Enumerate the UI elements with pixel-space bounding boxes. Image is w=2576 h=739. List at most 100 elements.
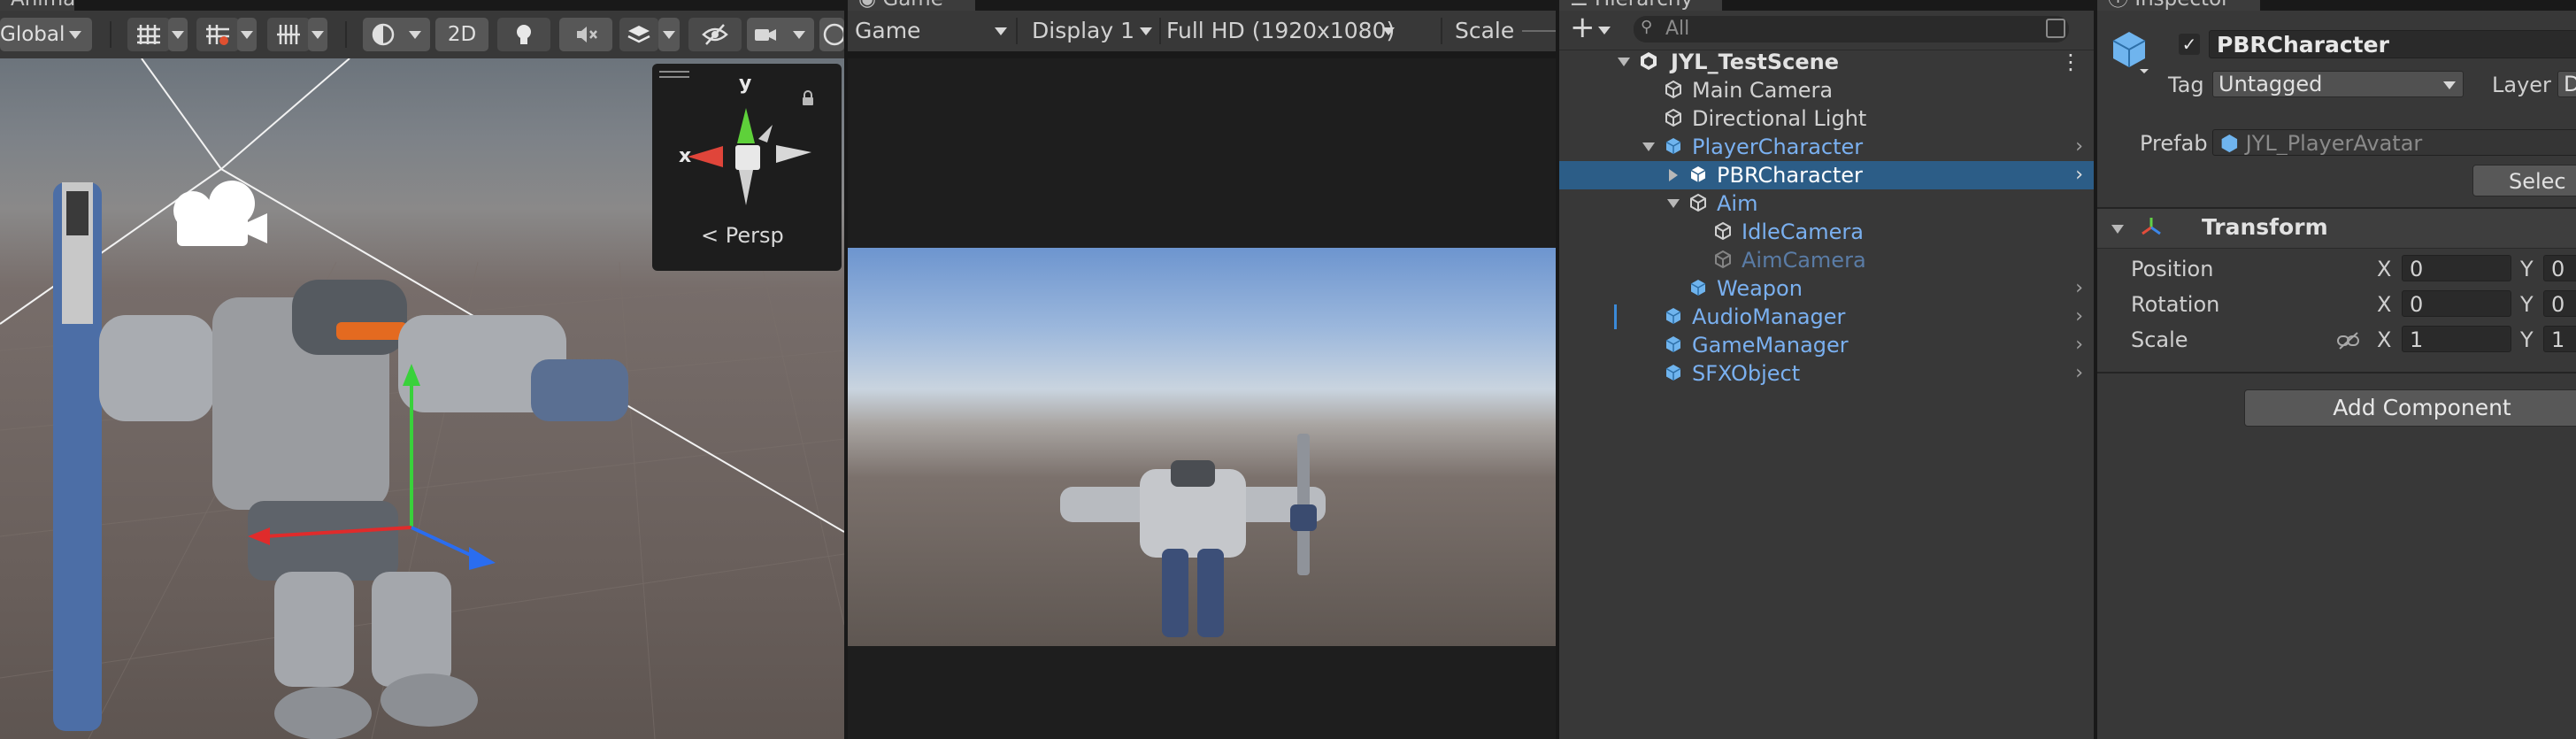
shading-mode-button[interactable] [363, 18, 430, 51]
fold-arrow-icon[interactable] [1667, 199, 1680, 208]
hierarchy-item-idle-camera[interactable]: IdleCamera [1559, 218, 2094, 246]
gizmos-button[interactable] [819, 18, 844, 51]
position-x-field[interactable]: 0 [2402, 255, 2511, 281]
hierarchy-item-aim-camera[interactable]: AimCamera [1559, 246, 2094, 274]
tab-inspector[interactable]: ⓘ Inspector [2097, 0, 2260, 11]
position-y-label: Y [2520, 257, 2534, 281]
gizmo-drag-handle[interactable] [659, 71, 689, 73]
rotation-y-value: 0 [2551, 292, 2565, 317]
increment-snap-dropdown[interactable] [237, 18, 257, 51]
projection-toggle[interactable]: < Persp [701, 223, 784, 248]
display-dropdown[interactable]: Display 1 [1025, 14, 1157, 48]
chevron-right-icon[interactable]: › [2075, 364, 2083, 383]
game-view[interactable] [848, 58, 1556, 739]
scene-view[interactable]: y x < Persp [0, 58, 844, 739]
hierarchy-item-game-manager[interactable]: GameManager › [1559, 331, 2094, 359]
rotation-y-field[interactable]: 0 [2543, 290, 2576, 317]
chevron-right-icon[interactable]: › [2075, 307, 2083, 327]
grid-visibility-button[interactable] [267, 18, 310, 51]
scale-x-value: 1 [2410, 327, 2424, 352]
gameobject-icon [1715, 221, 1731, 241]
prefab-asset-value: JYL_PlayerAvatar [2245, 131, 2423, 156]
create-button[interactable]: + [1570, 12, 1596, 42]
scale-y-field[interactable]: 1 [2543, 326, 2576, 352]
position-y-value: 0 [2551, 257, 2565, 281]
active-checkbox[interactable]: ✓ [2179, 34, 2200, 55]
scale-x-label: X [2377, 327, 2392, 352]
add-component-button[interactable]: Add Component [2244, 389, 2576, 427]
hidden-objects-toggle[interactable] [688, 18, 742, 51]
robot-character [53, 182, 628, 739]
transform-title: Transform [2202, 214, 2328, 240]
position-y-field[interactable]: 0 [2543, 255, 2576, 281]
scene-menu-icon[interactable]: ⋮ [2060, 48, 2081, 76]
constrain-proportions-icon[interactable] [2336, 331, 2361, 350]
hierarchy-item-main-camera[interactable]: Main Camera [1559, 76, 2094, 104]
item-label: AudioManager [1692, 304, 1846, 329]
fold-arrow-icon[interactable] [2111, 225, 2124, 234]
toggle-2d-button[interactable]: 2D [435, 18, 488, 51]
scene-modified-indicator [1614, 304, 1617, 329]
scene-row[interactable]: JYL_TestScene ⋮ [1559, 48, 2094, 76]
chevron-right-icon[interactable]: › [2075, 335, 2083, 355]
scale-slider[interactable] [1522, 30, 1556, 32]
perspective-icon: < [701, 223, 719, 248]
global-dropdown-label: Global [0, 23, 65, 46]
hierarchy-item-sfx-object[interactable]: SFXObject › [1559, 359, 2094, 388]
orientation-gizmo[interactable]: y x < Persp [652, 64, 842, 271]
grid-snap-button[interactable] [127, 18, 170, 51]
chevron-right-icon[interactable]: › [2075, 166, 2083, 185]
tag-dropdown[interactable]: Untagged [2212, 71, 2464, 97]
chevron-right-icon[interactable]: › [2075, 279, 2083, 298]
tab-game[interactable]: ◉ Game [848, 0, 975, 11]
layer-dropdown[interactable]: D [2557, 71, 2576, 97]
grid-visibility-dropdown[interactable] [308, 18, 327, 51]
lighting-toggle-button[interactable] [497, 18, 550, 51]
fold-arrow-icon[interactable] [1618, 58, 1630, 66]
effects-button[interactable] [619, 18, 658, 51]
rotation-x-value: 0 [2410, 292, 2424, 317]
resolution-label: Full HD (1920x1080) [1166, 18, 1396, 43]
grid-snap-dropdown[interactable] [168, 18, 188, 51]
hierarchy-item-directional-light[interactable]: Directional Light [1559, 104, 2094, 133]
prefab-cube-icon [1665, 336, 1681, 352]
effects-dropdown[interactable] [658, 18, 680, 51]
tab-animator[interactable]: Animator [0, 0, 74, 11]
hierarchy-item-pbr-character[interactable]: PBRCharacter › [1559, 161, 2094, 189]
prefab-label: Prefab [2140, 131, 2208, 156]
chevron-right-icon[interactable]: › [2075, 137, 2083, 157]
audio-toggle-button[interactable] [559, 18, 612, 51]
scale-x-field[interactable]: 1 [2402, 326, 2511, 352]
search-by-type-icon[interactable] [2046, 19, 2065, 38]
item-label: PlayerCharacter [1692, 135, 1864, 159]
hierarchy-item-audio-manager[interactable]: AudioManager › [1559, 303, 2094, 331]
resolution-dropdown[interactable]: Full HD (1920x1080) [1166, 14, 1400, 48]
display-label: Display 1 [1032, 18, 1135, 43]
game-display-mode-dropdown[interactable]: Game [855, 14, 1014, 48]
prefab-asset-field[interactable]: ⬢ JYL_PlayerAvatar [2212, 129, 2576, 156]
scene-camera-button[interactable] [747, 18, 814, 51]
transform-header[interactable]: Transform [2097, 209, 2576, 249]
scale-y-value: 1 [2551, 327, 2565, 352]
rotation-x-field[interactable]: 0 [2402, 290, 2511, 317]
orientation-axes-icon[interactable] [688, 90, 811, 223]
increment-snap-button[interactable] [196, 18, 239, 51]
game-display-mode-label: Game [855, 18, 921, 43]
game-tab-icon: ◉ [858, 0, 882, 11]
prefab-cube-icon [1665, 138, 1681, 154]
object-name-value: PBRCharacter [2217, 32, 2389, 58]
object-name-field[interactable]: PBRCharacter [2209, 30, 2576, 58]
hierarchy-item-aim[interactable]: Aim [1559, 189, 2094, 218]
fold-arrow-icon[interactable] [1669, 169, 1678, 181]
select-button[interactable]: Selec [2472, 165, 2576, 196]
layer-value: D [2564, 72, 2576, 96]
hierarchy-search-input[interactable]: ⚲ All [1634, 16, 2069, 42]
global-dropdown[interactable]: Global [0, 18, 92, 51]
fold-arrow-icon[interactable] [1642, 142, 1655, 151]
hierarchy-item-player-character[interactable]: PlayerCharacter › [1559, 133, 2094, 161]
search-icon: ⚲ [1641, 18, 1653, 36]
rotation-y-label: Y [2520, 292, 2534, 317]
scene-camera-gizmo [173, 181, 267, 246]
create-dropdown-icon[interactable] [1598, 27, 1611, 35]
hierarchy-item-weapon[interactable]: Weapon › [1559, 274, 2094, 303]
